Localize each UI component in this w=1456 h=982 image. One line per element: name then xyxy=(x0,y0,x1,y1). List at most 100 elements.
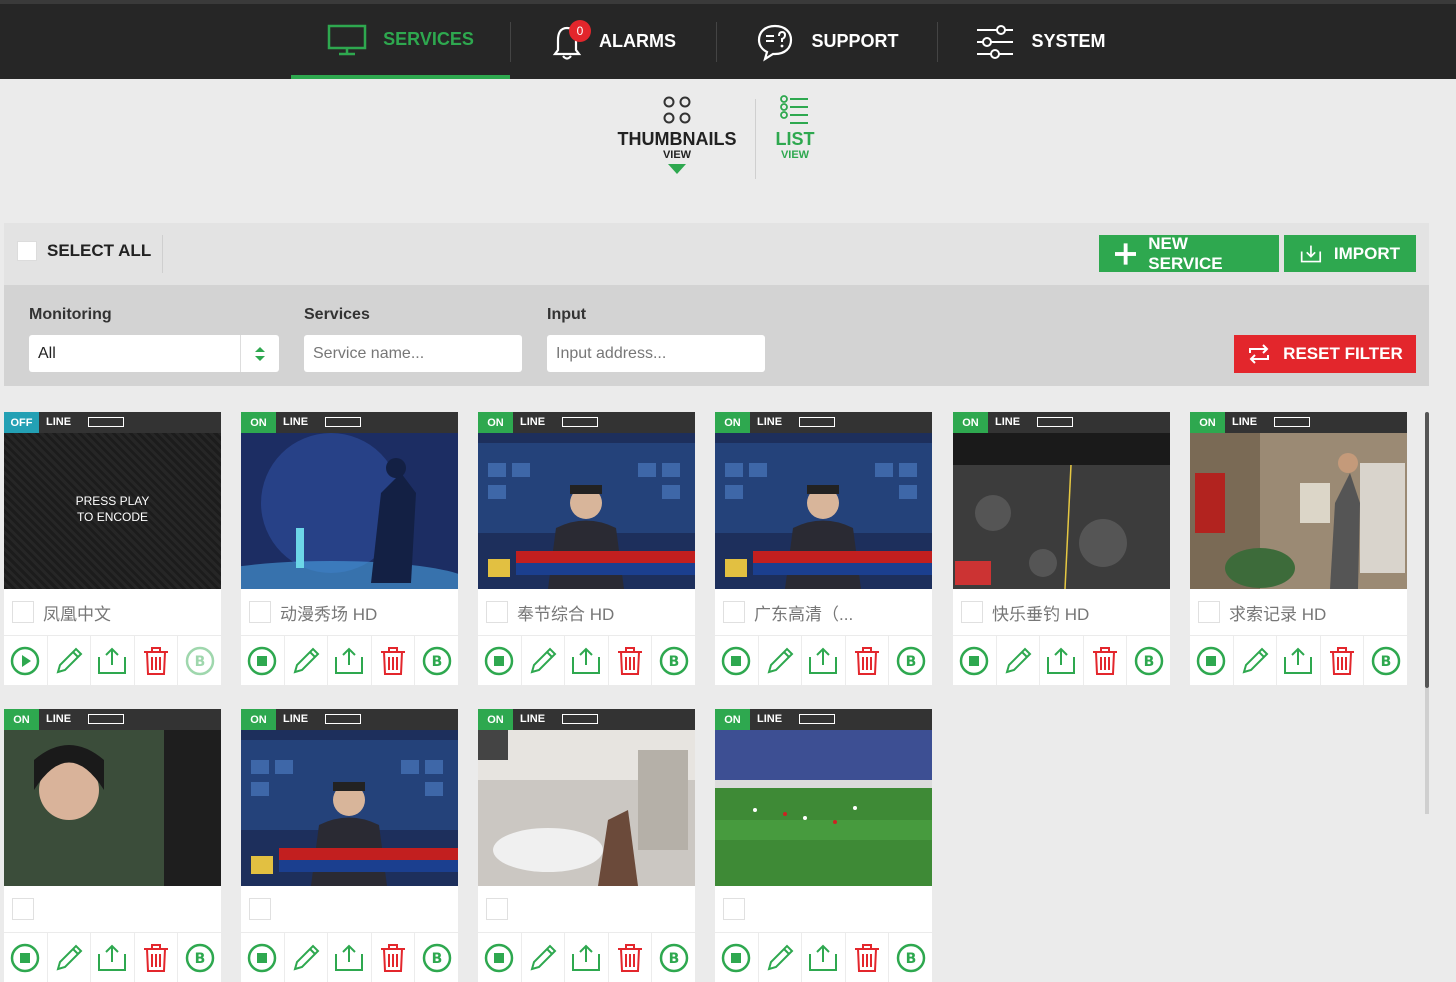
backup-button[interactable]: B xyxy=(178,933,221,982)
play-stop-button[interactable] xyxy=(4,636,48,685)
edit-button[interactable] xyxy=(285,933,329,982)
select-arrows-icon xyxy=(240,335,279,372)
delete-button[interactable] xyxy=(846,933,890,982)
edit-button[interactable] xyxy=(48,636,92,685)
select-all[interactable]: SELECT ALL xyxy=(17,241,151,261)
service-checkbox[interactable] xyxy=(723,898,745,920)
status-badge: OFF xyxy=(4,412,39,433)
share-button[interactable] xyxy=(565,933,609,982)
signal-level-meter xyxy=(1037,417,1073,427)
card-status-bar: ON LINE xyxy=(478,412,695,433)
nav-support[interactable]: SUPPORT xyxy=(717,4,937,79)
scrollbar-thumb[interactable] xyxy=(1425,412,1429,688)
backup-b-icon: B xyxy=(185,943,214,972)
service-checkbox[interactable] xyxy=(1198,601,1220,623)
delete-button[interactable] xyxy=(609,933,653,982)
share-button[interactable] xyxy=(1277,636,1321,685)
video-thumbnail[interactable] xyxy=(241,433,458,589)
video-thumbnail[interactable] xyxy=(478,730,695,886)
service-checkbox[interactable] xyxy=(486,898,508,920)
delete-button[interactable] xyxy=(372,636,416,685)
input-address-input[interactable]: Input address... xyxy=(547,335,765,372)
import-button[interactable]: IMPORT xyxy=(1284,235,1416,272)
service-name-input[interactable]: Service name... xyxy=(304,335,522,372)
video-thumbnail[interactable] xyxy=(953,433,1170,589)
share-button[interactable] xyxy=(91,933,135,982)
pencil-icon xyxy=(293,647,320,673)
play-stop-button[interactable] xyxy=(478,933,522,982)
backup-button[interactable]: B xyxy=(415,636,458,685)
delete-button[interactable] xyxy=(1321,636,1365,685)
video-thumbnail[interactable] xyxy=(4,730,221,886)
video-thumbnail[interactable] xyxy=(1190,433,1407,589)
list-view-toggle[interactable]: LIST VIEW xyxy=(770,95,820,185)
backup-button[interactable]: B xyxy=(415,933,458,982)
select-all-checkbox[interactable] xyxy=(17,241,37,261)
backup-button[interactable]: B xyxy=(889,933,932,982)
backup-button[interactable]: B xyxy=(652,636,695,685)
share-button[interactable] xyxy=(328,933,372,982)
delete-button[interactable] xyxy=(135,933,179,982)
delete-button[interactable] xyxy=(1084,636,1128,685)
monitoring-select[interactable]: All xyxy=(29,335,279,372)
alarm-count-badge: 0 xyxy=(569,19,591,42)
service-checkbox[interactable] xyxy=(486,601,508,623)
status-badge: ON xyxy=(715,412,750,433)
backup-button[interactable]: B xyxy=(1364,636,1407,685)
thumbnails-view-toggle[interactable]: THUMBNAILS VIEW xyxy=(618,95,737,185)
delete-button[interactable] xyxy=(372,933,416,982)
service-checkbox[interactable] xyxy=(723,601,745,623)
play-stop-button[interactable] xyxy=(241,933,285,982)
play-stop-button[interactable] xyxy=(715,636,759,685)
backup-button[interactable]: B xyxy=(1127,636,1170,685)
video-thumbnail[interactable] xyxy=(241,730,458,886)
card-name-row: 快乐垂钓 HD xyxy=(953,589,1170,635)
edit-button[interactable] xyxy=(997,636,1041,685)
play-stop-button[interactable] xyxy=(4,933,48,982)
reset-filter-button[interactable]: RESET FILTER xyxy=(1234,335,1416,373)
video-thumbnail[interactable] xyxy=(478,433,695,589)
backup-button[interactable]: B xyxy=(889,636,932,685)
video-thumbnail[interactable] xyxy=(715,433,932,589)
share-button[interactable] xyxy=(565,636,609,685)
service-checkbox[interactable] xyxy=(12,601,34,623)
video-thumbnail[interactable] xyxy=(715,730,932,886)
new-service-button[interactable]: NEW SERVICE xyxy=(1099,234,1279,273)
play-stop-button[interactable] xyxy=(478,636,522,685)
service-checkbox[interactable] xyxy=(249,601,271,623)
edit-button[interactable] xyxy=(759,636,803,685)
service-checkbox[interactable] xyxy=(12,898,34,920)
edit-button[interactable] xyxy=(522,636,566,685)
scrollbar-track[interactable] xyxy=(1425,688,1429,814)
play-stop-button[interactable] xyxy=(241,636,285,685)
bell-icon: 0 xyxy=(551,19,591,62)
line-label: LINE xyxy=(520,416,546,428)
play-stop-button[interactable] xyxy=(715,933,759,982)
nav-services[interactable]: SERVICES xyxy=(291,4,510,79)
service-checkbox[interactable] xyxy=(961,601,983,623)
share-button[interactable] xyxy=(802,636,846,685)
play-stop-button[interactable] xyxy=(1190,636,1234,685)
nav-system[interactable]: SYSTEM xyxy=(938,4,1143,79)
share-button[interactable] xyxy=(328,636,372,685)
edit-button[interactable] xyxy=(48,933,92,982)
share-button[interactable] xyxy=(802,933,846,982)
service-checkbox[interactable] xyxy=(249,898,271,920)
share-button[interactable] xyxy=(1040,636,1084,685)
nav-alarms[interactable]: 0 ALARMS xyxy=(511,4,716,79)
edit-button[interactable] xyxy=(759,933,803,982)
delete-button[interactable] xyxy=(135,636,179,685)
edit-button[interactable] xyxy=(1234,636,1278,685)
video-thumbnail[interactable]: PRESS PLAY TO ENCODE xyxy=(4,433,221,589)
backup-button[interactable]: B xyxy=(652,933,695,982)
backup-button[interactable]: B xyxy=(178,636,221,685)
delete-button[interactable] xyxy=(846,636,890,685)
edit-button[interactable] xyxy=(522,933,566,982)
delete-button[interactable] xyxy=(609,636,653,685)
pencil-icon xyxy=(767,647,794,673)
play-stop-button[interactable] xyxy=(953,636,997,685)
pencil-icon xyxy=(1005,647,1032,673)
edit-button[interactable] xyxy=(285,636,329,685)
share-icon xyxy=(98,647,127,674)
share-button[interactable] xyxy=(91,636,135,685)
